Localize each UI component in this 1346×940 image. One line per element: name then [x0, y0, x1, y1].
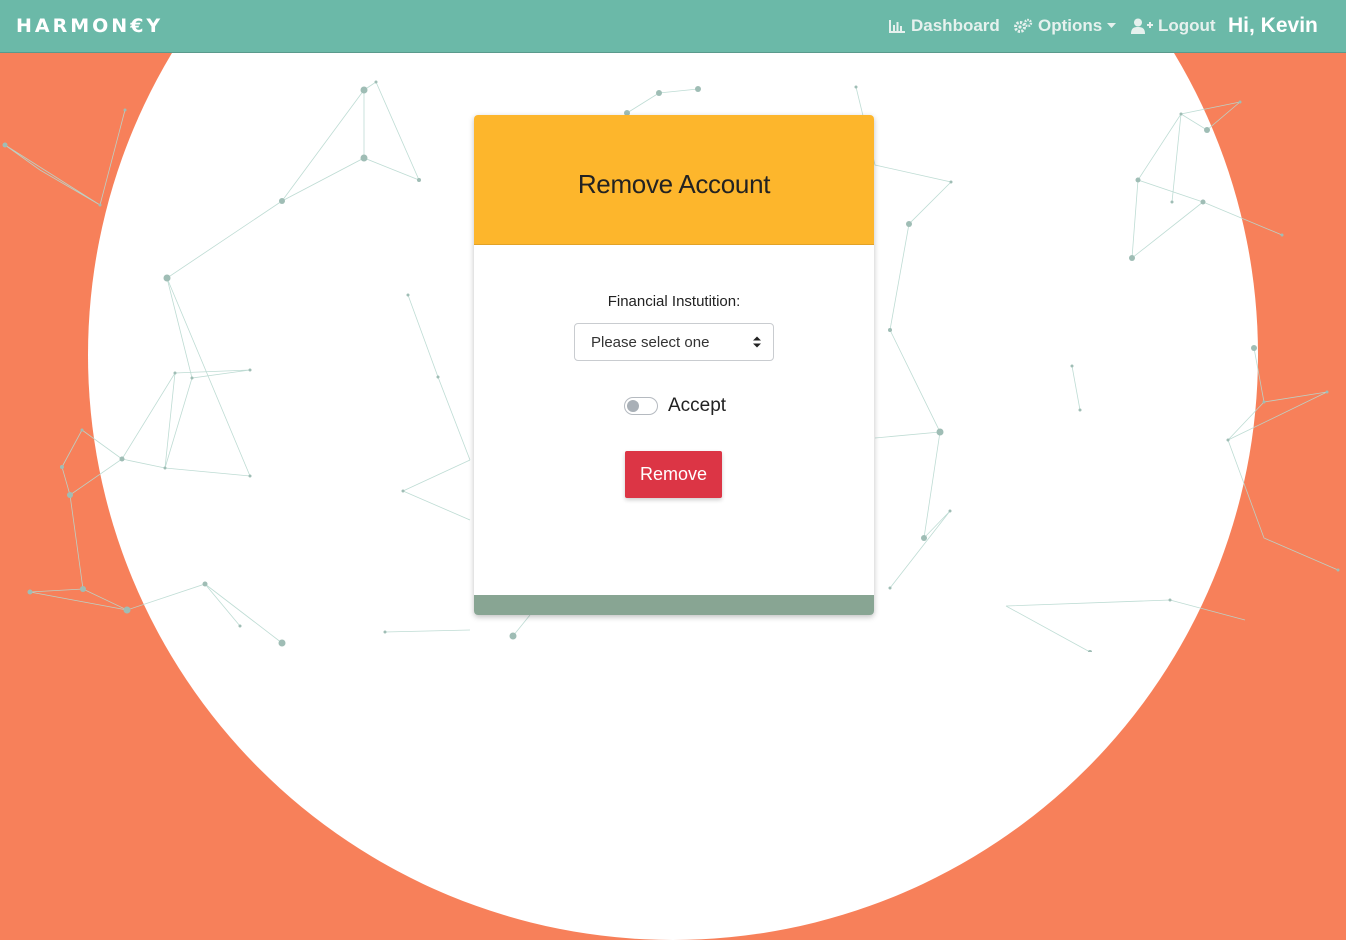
user-plus-icon: [1131, 18, 1153, 34]
select-arrows-icon: [752, 335, 762, 349]
accept-label[interactable]: Accept: [668, 395, 726, 417]
accept-toggle-row: Accept: [624, 395, 726, 417]
institution-select-value: Please select one: [591, 333, 710, 351]
remove-account-card: Remove Account Financial Instutition: Pl…: [474, 115, 874, 615]
nav-logout-label: Logout: [1158, 16, 1216, 35]
nav-logout-link[interactable]: Logout: [1131, 16, 1216, 36]
card-footer: [474, 595, 874, 615]
nav-options-dropdown[interactable]: Options: [1013, 16, 1117, 36]
nav-dashboard-link[interactable]: Dashboard: [889, 16, 1000, 36]
card-header: Remove Account: [474, 115, 874, 245]
remove-button[interactable]: Remove: [625, 451, 722, 498]
user-greeting: Hi, Kevin: [1228, 14, 1318, 37]
caret-down-icon: [1107, 23, 1117, 29]
toggle-knob: [627, 400, 639, 412]
nav-options-label: Options: [1038, 16, 1103, 35]
chart-icon: [889, 19, 906, 33]
accept-toggle-switch[interactable]: [624, 397, 658, 415]
gears-icon: [1013, 18, 1033, 34]
top-navbar: HARMON€Y Dashboard Options Logout Hi, Ke…: [0, 0, 1346, 53]
institution-select[interactable]: Please select one: [574, 323, 774, 361]
institution-label: Financial Instutition:: [607, 293, 741, 310]
nav-dashboard-label: Dashboard: [911, 16, 1000, 35]
brand-logo[interactable]: HARMON€Y: [16, 15, 163, 37]
card-title: Remove Account: [577, 169, 771, 199]
